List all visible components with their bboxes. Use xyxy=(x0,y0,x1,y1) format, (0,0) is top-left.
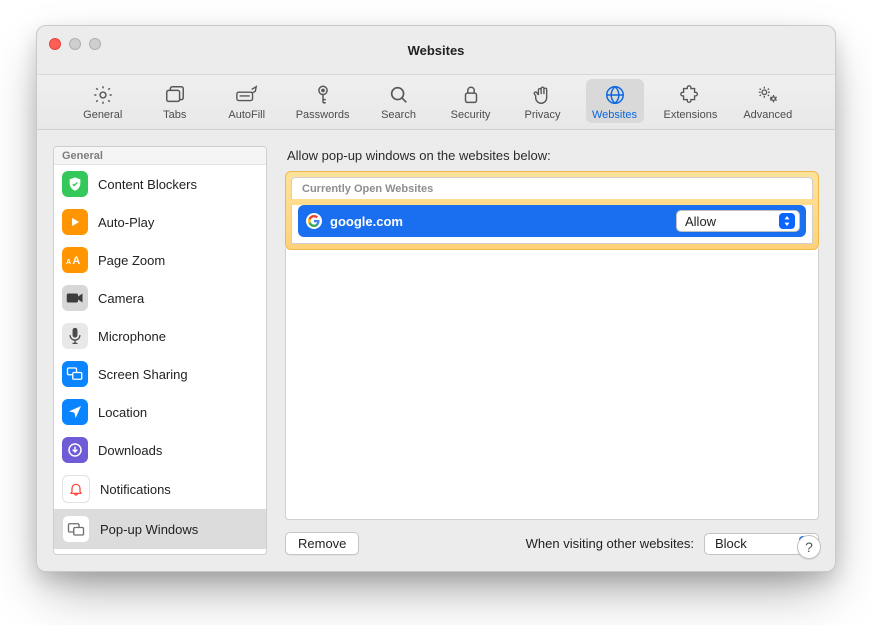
key-icon xyxy=(310,83,336,107)
select-value: Block xyxy=(715,536,747,551)
sidebar-item-label: Screen Sharing xyxy=(98,367,188,382)
toolbar-label: Extensions xyxy=(664,109,718,121)
preferences-toolbar: General Tabs AutoFill xyxy=(37,75,835,130)
sidebar-item-label: Notifications xyxy=(100,482,171,497)
zoom-window-button[interactable] xyxy=(89,38,101,50)
tab-extensions[interactable]: Extensions xyxy=(658,79,724,123)
sidebar-item-label: Content Blockers xyxy=(98,177,197,192)
popup-icon xyxy=(62,515,90,543)
zoom-icon: AA xyxy=(62,247,88,273)
camera-icon xyxy=(62,285,88,311)
sidebar-item-label: Downloads xyxy=(98,443,162,458)
sidebar-item-label: Camera xyxy=(98,291,144,306)
help-button[interactable]: ? xyxy=(797,535,821,559)
sidebar-item-downloads[interactable]: Downloads xyxy=(54,431,266,469)
detail-panel: Allow pop-up windows on the websites bel… xyxy=(285,146,819,555)
tab-websites[interactable]: Websites xyxy=(586,79,644,123)
toolbar-label: Passwords xyxy=(296,109,350,121)
sidebar-item-label: Location xyxy=(98,405,147,420)
body: General Content Blockers Auto-Play AA Pa… xyxy=(37,130,835,571)
tab-advanced[interactable]: Advanced xyxy=(737,79,798,123)
website-row[interactable]: google.com Allow xyxy=(298,205,806,237)
location-icon xyxy=(62,399,88,425)
traffic-lights xyxy=(49,38,101,50)
sidebar-item-location[interactable]: Location xyxy=(54,393,266,431)
minimize-window-button[interactable] xyxy=(69,38,81,50)
window-title: Websites xyxy=(408,43,465,58)
tab-privacy[interactable]: Privacy xyxy=(514,79,572,123)
sidebar-item-label: Pop-up Windows xyxy=(100,522,198,537)
download-icon xyxy=(62,437,88,463)
sidebar-item-microphone[interactable]: Microphone xyxy=(54,317,266,355)
select-arrows-icon xyxy=(779,213,795,229)
sidebar: General Content Blockers Auto-Play AA Pa… xyxy=(53,146,267,555)
globe-icon xyxy=(602,83,628,107)
autofill-icon xyxy=(234,83,260,107)
sidebar-item-notifications[interactable]: Notifications xyxy=(54,469,266,509)
toolbar-label: Tabs xyxy=(163,109,186,121)
shield-icon xyxy=(62,171,88,197)
list-section-header: Currently Open Websites xyxy=(291,177,813,199)
sidebar-item-label: Page Zoom xyxy=(98,253,165,268)
preferences-window: Websites General Tabs xyxy=(36,25,836,572)
titlebar: Websites xyxy=(37,26,835,75)
tab-search[interactable]: Search xyxy=(370,79,428,123)
tab-passwords[interactable]: Passwords xyxy=(290,79,356,123)
lock-icon xyxy=(458,83,484,107)
mic-icon xyxy=(62,323,88,349)
website-list-empty-area xyxy=(285,249,819,520)
sidebar-section-header: General xyxy=(54,147,266,165)
tab-tabs[interactable]: Tabs xyxy=(146,79,204,123)
panel-footer: Remove When visiting other websites: Blo… xyxy=(285,532,819,555)
other-websites-label: When visiting other websites: xyxy=(526,536,694,551)
highlight-frame: Currently Open Websites google.com xyxy=(285,171,819,250)
sidebar-item-popup-windows[interactable]: Pop-up Windows xyxy=(54,509,266,549)
toolbar-label: AutoFill xyxy=(228,109,265,121)
tab-general[interactable]: General xyxy=(74,79,132,123)
google-icon xyxy=(306,213,322,229)
play-icon xyxy=(62,209,88,235)
sidebar-item-label: Microphone xyxy=(98,329,166,344)
tabs-icon xyxy=(162,83,188,107)
search-icon xyxy=(386,83,412,107)
tab-security[interactable]: Security xyxy=(442,79,500,123)
toolbar-label: General xyxy=(83,109,122,121)
sidebar-item-content-blockers[interactable]: Content Blockers xyxy=(54,165,266,203)
screenshare-icon xyxy=(62,361,88,387)
toolbar-label: Security xyxy=(451,109,491,121)
svg-text:A: A xyxy=(66,259,71,266)
tab-autofill[interactable]: AutoFill xyxy=(218,79,276,123)
puzzle-icon xyxy=(677,83,703,107)
toolbar-label: Advanced xyxy=(743,109,792,121)
gear-icon xyxy=(90,83,116,107)
hand-icon xyxy=(530,83,556,107)
bell-icon xyxy=(62,475,90,503)
select-value: Allow xyxy=(685,214,716,229)
sidebar-item-screen-sharing[interactable]: Screen Sharing xyxy=(54,355,266,393)
toolbar-label: Privacy xyxy=(524,109,560,121)
svg-text:A: A xyxy=(72,255,80,267)
sidebar-item-label: Auto-Play xyxy=(98,215,154,230)
panel-heading: Allow pop-up windows on the websites bel… xyxy=(287,148,817,163)
toolbar-label: Websites xyxy=(592,109,637,121)
gears-icon xyxy=(755,83,781,107)
sidebar-item-page-zoom[interactable]: AA Page Zoom xyxy=(54,241,266,279)
close-window-button[interactable] xyxy=(49,38,61,50)
website-permission-select[interactable]: Allow xyxy=(676,210,800,232)
sidebar-item-auto-play[interactable]: Auto-Play xyxy=(54,203,266,241)
toolbar-label: Search xyxy=(381,109,416,121)
remove-button[interactable]: Remove xyxy=(285,532,359,555)
website-domain: google.com xyxy=(330,214,403,229)
sidebar-item-camera[interactable]: Camera xyxy=(54,279,266,317)
